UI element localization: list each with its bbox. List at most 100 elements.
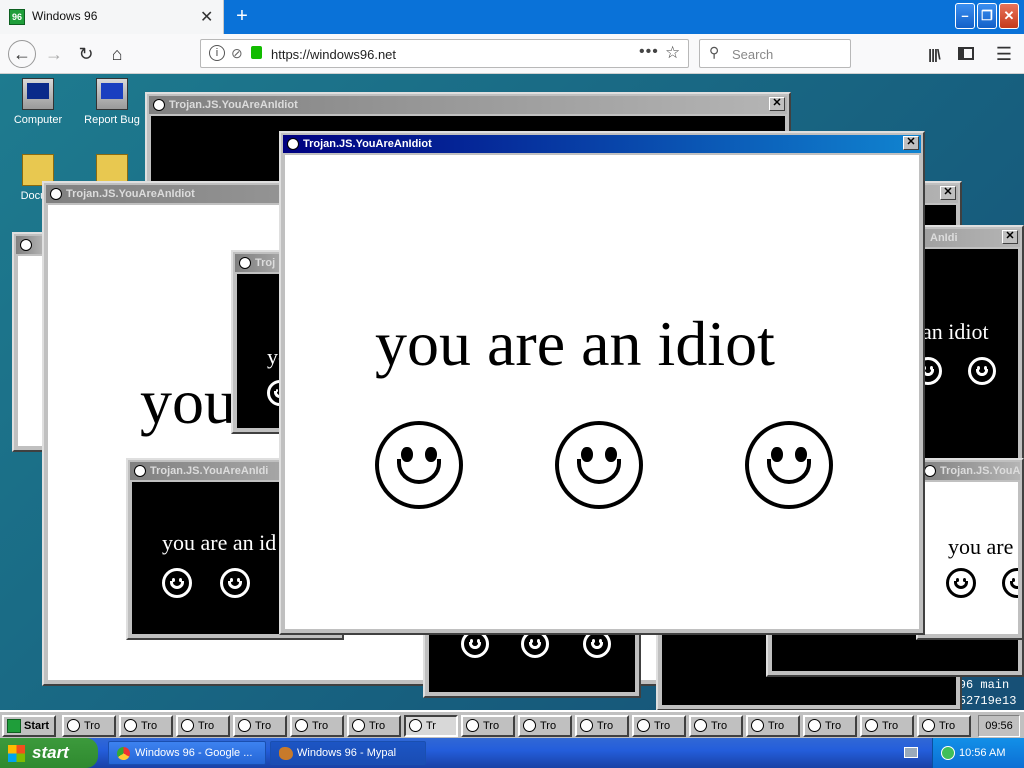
bookmark-star-icon[interactable]: ☆ <box>665 43 680 63</box>
w96-task-label: Tro <box>369 720 386 732</box>
smiley-icon <box>924 465 936 477</box>
url-bar[interactable]: i ⊘ https://windows96.net ••• ☆ <box>200 39 689 68</box>
forward-arrow-icon[interactable]: → <box>42 42 66 66</box>
w96-task-label: Tro <box>540 720 557 732</box>
w96-task-label: Tro <box>255 720 272 732</box>
search-bar[interactable]: ⚲ Search <box>699 39 851 68</box>
xp-system-tray: 10:56 AM <box>932 738 1024 768</box>
w96-task-button[interactable]: Tro <box>689 715 743 737</box>
info-icon[interactable]: i <box>209 45 225 61</box>
nav-bar: ← → ↻ ⌂ i ⊘ https://windows96.net ••• ☆ … <box>0 34 1024 74</box>
minimize-button[interactable]: – <box>955 3 975 29</box>
smiley-icon <box>580 719 593 732</box>
close-button[interactable]: ✕ <box>769 97 785 111</box>
search-input[interactable]: Search <box>732 47 773 62</box>
message-text: you <box>140 366 236 437</box>
smiley-icon <box>375 421 463 509</box>
w96-task-label: Tro <box>939 720 956 732</box>
w96-task-button[interactable]: Tro <box>803 715 857 737</box>
smiley-icon <box>808 719 821 732</box>
w96-task-label: Tro <box>711 720 728 732</box>
smiley-icon <box>220 568 250 598</box>
window-close-button[interactable]: ✕ <box>999 3 1019 29</box>
menu-hamburger-icon[interactable]: ☰ <box>992 42 1016 66</box>
w96-task-button[interactable]: Tro <box>233 715 287 737</box>
w96-start-button[interactable]: Start <box>2 715 56 737</box>
smiley-icon <box>694 719 707 732</box>
reload-icon[interactable]: ↻ <box>74 42 98 66</box>
w96-task-button[interactable]: Tro <box>62 715 116 737</box>
tracking-protection-icon[interactable]: ⊘ <box>231 45 243 62</box>
w96-task-button[interactable]: Tro <box>290 715 344 737</box>
smiley-icon <box>50 188 62 200</box>
w96-task-button[interactable]: Tro <box>119 715 173 737</box>
smiley-icon <box>20 239 32 251</box>
new-tab-button[interactable]: + <box>232 4 252 28</box>
page-actions-icon[interactable]: ••• <box>639 43 659 61</box>
desktop-icon-report-bug[interactable]: Report Bug <box>77 78 147 126</box>
smiley-icon <box>352 719 365 732</box>
smiley-icon <box>162 568 192 598</box>
w96-task-label: Tro <box>882 720 899 732</box>
w96-task-button[interactable]: Tro <box>746 715 800 737</box>
w96-task-button[interactable]: Tro <box>575 715 629 737</box>
window-title <box>16 236 44 254</box>
w96-task-button[interactable]: Tro <box>347 715 401 737</box>
tab-bar: 96 Windows 96 ✕ + – ❐ ✕ <box>0 0 1024 34</box>
desktop-icon-computer[interactable]: Computer <box>3 78 73 126</box>
smiley-icon <box>1002 568 1018 598</box>
smiley-icon <box>238 719 251 732</box>
smiley-icon <box>555 421 643 509</box>
smiley-icon <box>239 257 251 269</box>
shortcut-folder-icon[interactable] <box>96 154 128 184</box>
smiley-icon <box>134 465 146 477</box>
smiley-icon <box>466 719 479 732</box>
w96-task-label: Tro <box>654 720 671 732</box>
sidebar-icon[interactable] <box>954 42 978 66</box>
close-button[interactable]: ✕ <box>940 186 956 200</box>
w96-task-button[interactable]: Tro <box>518 715 572 737</box>
smiley-icon <box>637 719 650 732</box>
w96-task-label: Tro <box>198 720 215 732</box>
tab-close-icon[interactable]: ✕ <box>200 7 213 27</box>
smiley-icon <box>922 719 935 732</box>
chrome-icon <box>117 747 130 760</box>
back-arrow-icon[interactable]: ← <box>8 40 36 68</box>
network-icon[interactable] <box>941 746 955 760</box>
window-title: Trojan.JS.YouAreAnIdiot <box>283 135 921 153</box>
smiley-icon <box>409 719 422 732</box>
xp-task-chrome[interactable]: Windows 96 - Google ... <box>108 741 266 765</box>
smiley-icon <box>181 719 194 732</box>
popup-window[interactable]: Trojan.JS.YouAr you are <box>916 458 1024 640</box>
close-button[interactable]: ✕ <box>903 136 919 150</box>
message-text: you are <box>948 534 1014 559</box>
w96-task-button[interactable]: Tro <box>632 715 686 737</box>
tab-title: Windows 96 <box>32 9 98 23</box>
close-button[interactable]: ✕ <box>1002 230 1018 244</box>
w96-task-button[interactable]: Tro <box>917 715 971 737</box>
secure-lock-icon <box>251 46 262 59</box>
smiley-icon <box>523 719 536 732</box>
library-icon[interactable]: |||\ <box>922 42 946 66</box>
w96-task-button[interactable]: Tro <box>461 715 515 737</box>
smiley-icon <box>295 719 308 732</box>
desktop-icon-label: Computer <box>13 114 63 126</box>
maximize-button[interactable]: ❐ <box>977 3 997 29</box>
w96-task-label: Tr <box>426 720 436 732</box>
w96-task-button[interactable]: Tro <box>176 715 230 737</box>
xp-task-mypal[interactable]: Windows 96 - Mypal <box>270 741 426 765</box>
active-popup-window[interactable]: Trojan.JS.YouAreAnIdiot ✕ you are an idi… <box>279 131 925 635</box>
message-text: an idiot <box>922 319 989 344</box>
w96-task-button[interactable]: Tro <box>860 715 914 737</box>
mypal-icon <box>279 747 293 760</box>
xp-start-button[interactable]: start <box>0 738 98 768</box>
url-text[interactable]: https://windows96.net <box>271 47 396 62</box>
home-icon[interactable]: ⌂ <box>105 42 129 66</box>
browser-tab[interactable]: 96 Windows 96 ✕ <box>0 0 224 34</box>
smiley-icon <box>745 421 833 509</box>
w96-taskbar: Start Tro Tro Tro Tro Tro Tro Tr Tro Tro Tro Tro Tr… <box>0 710 1024 738</box>
keyboard-icon[interactable] <box>904 747 918 758</box>
computer-icon <box>22 78 54 110</box>
w96-task-button[interactable]: Tr <box>404 715 458 737</box>
w96-clock: 09:56 <box>978 715 1020 737</box>
